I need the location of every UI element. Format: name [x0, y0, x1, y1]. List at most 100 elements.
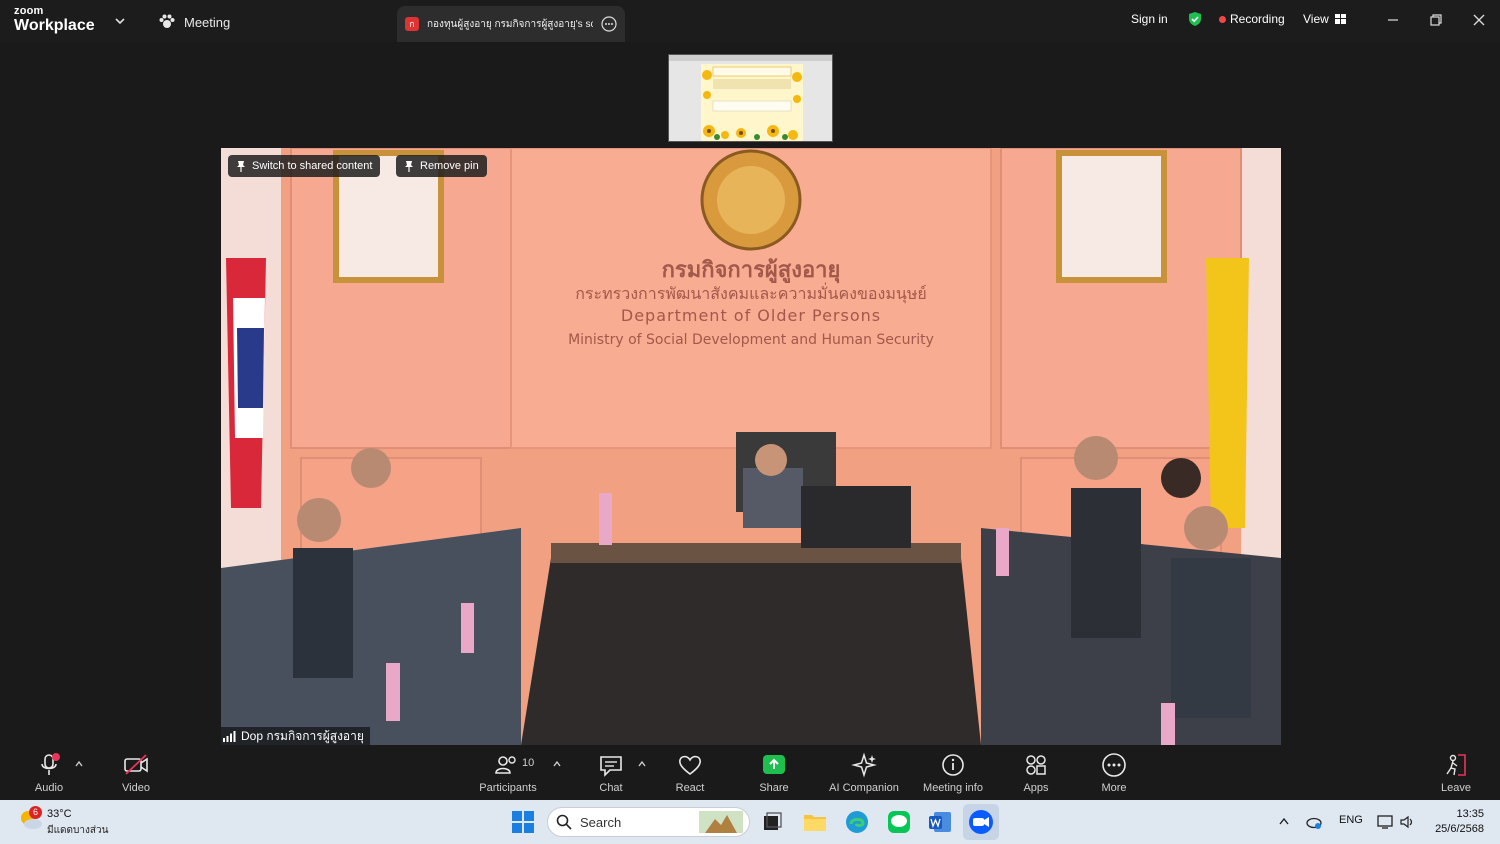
chevron-up-icon[interactable] [1278, 816, 1290, 826]
participant-name: Dop กรมกิจการผู้สูงอายุ [241, 728, 364, 743]
record-dot-icon [1219, 15, 1226, 23]
clock-date: 25/6/2568 [1435, 823, 1484, 835]
wall-sign-english-ministry: Ministry of Social Development and Human… [568, 332, 934, 348]
chat-icon [600, 756, 622, 777]
meeting-info-button[interactable]: Meeting info [919, 752, 987, 794]
leave-button[interactable]: Leave [1435, 752, 1477, 794]
chevron-down-icon[interactable] [113, 14, 127, 28]
slide-preview-image [669, 55, 832, 141]
react-button[interactable]: React [669, 752, 711, 794]
zoom-app-icon[interactable] [967, 808, 995, 836]
logo-line2: Workplace [14, 17, 95, 34]
leave-door-icon [1446, 754, 1466, 776]
input-language[interactable]: ENG [1339, 814, 1363, 826]
video-label: Video [122, 782, 150, 794]
volume-icon[interactable] [1399, 814, 1415, 830]
shared-content-thumbnail[interactable] [668, 54, 833, 142]
wall-sign-english-dept: Department of Older Persons [620, 306, 882, 325]
tab-shared-screen[interactable]: ก กองทุนผู้สูงอายุ กรมกิจการผู้สูงอายุ's… [397, 6, 625, 42]
logo-line1: zoom [14, 5, 44, 17]
switch-label: Switch to shared content [252, 160, 373, 172]
apps-icon [1026, 755, 1046, 775]
ai-companion-label: AI Companion [829, 782, 899, 794]
clock-time: 13:35 [1456, 808, 1484, 820]
participants-icon [495, 756, 516, 774]
view-button[interactable]: View [1303, 12, 1346, 26]
signal-strength-icon [223, 730, 236, 742]
share-button[interactable]: Share [753, 752, 795, 794]
remove-pin-button[interactable]: Remove pin [396, 155, 487, 177]
apps-button[interactable]: Apps [1015, 752, 1057, 794]
switch-to-shared-content-button[interactable]: Switch to shared content [228, 155, 381, 177]
meeting-room-scene [221, 148, 1281, 745]
apps-label: Apps [1023, 782, 1049, 794]
edge-browser-icon[interactable] [843, 808, 871, 836]
wall-sign-thai-ministry: กระทรวงการพัฒนาสังคมและความมั่นคงของมนุษ… [575, 284, 927, 303]
taskbar-search-box[interactable]: Search [547, 807, 750, 837]
chat-button[interactable]: Chat [590, 752, 632, 794]
zoom-window: zoom Workplace Meeting ก กองทุนผู้สูงอาย… [0, 0, 1500, 800]
sign-in-link[interactable]: Sign in [1131, 12, 1168, 26]
zoom-workplace-logo[interactable]: zoom Workplace [14, 6, 95, 34]
chat-options-caret-icon[interactable] [637, 760, 647, 768]
meeting-info-label: Meeting info [923, 782, 983, 794]
onedrive-sync-icon[interactable] [1305, 813, 1323, 831]
file-explorer-icon[interactable] [801, 808, 829, 836]
audio-label: Audio [34, 782, 64, 794]
pin-icon [405, 161, 413, 172]
weather-alert-badge: 6 [29, 806, 42, 819]
participants-count: 10 [522, 757, 535, 769]
participants-paw-icon [159, 14, 175, 28]
sparkle-icon [851, 752, 877, 778]
search-icon [556, 814, 572, 830]
share-screen-icon [763, 755, 785, 774]
pin-icon [237, 161, 245, 172]
search-placeholder: Search [580, 814, 622, 830]
windows-taskbar: 6 33°C มีแดดบางส่วน Search ENG 13:35 25/… [0, 800, 1500, 844]
tab-meeting[interactable]: Meeting [158, 10, 230, 34]
audio-options-caret-icon[interactable] [74, 760, 84, 768]
tab-meeting-label: Meeting [184, 14, 231, 30]
view-label: View [1303, 12, 1329, 26]
remove-pin-label: Remove pin [420, 160, 479, 172]
weather-temperature: 33°C [47, 808, 72, 820]
share-tab-badge: ก [405, 17, 419, 31]
participants-label: Participants [479, 782, 537, 794]
line-app-icon[interactable] [885, 808, 913, 836]
video-off-icon [124, 754, 148, 775]
weather-description: มีแดดบางส่วน [47, 825, 109, 836]
weather-widget[interactable]: 6 33°C มีแดดบางส่วน [18, 806, 108, 837]
word-app-icon[interactable] [926, 808, 954, 836]
heart-icon [679, 755, 701, 776]
more-button[interactable]: More [1093, 752, 1135, 794]
more-label: More [1101, 782, 1127, 794]
ai-companion-button[interactable]: AI Companion [825, 752, 903, 794]
search-highlight-image [699, 811, 743, 833]
leave-label: Leave [1441, 782, 1471, 794]
recording-indicator[interactable]: Recording [1219, 12, 1285, 26]
audio-button[interactable]: Audio [28, 752, 70, 794]
close-icon[interactable] [1469, 10, 1489, 30]
meeting-controls-toolbar: Audio Video Participants 10 Chat React S… [0, 746, 1500, 800]
task-view-icon[interactable] [758, 808, 786, 836]
windows-start-icon[interactable] [509, 808, 537, 836]
active-speaker-video[interactable]: กรมกิจการผู้สูงอายุ กระทรวงการพัฒนาสังคม… [221, 148, 1281, 745]
participant-name-label: Dop กรมกิจการผู้สูงอายุ [221, 727, 370, 745]
share-label: Share [759, 782, 789, 794]
title-bar: zoom Workplace Meeting ก กองทุนผู้สูงอาย… [0, 0, 1500, 42]
participants-options-caret-icon[interactable] [552, 760, 562, 768]
grid-view-icon [1334, 14, 1346, 24]
microphone-icon [41, 753, 60, 775]
info-icon [942, 754, 964, 776]
security-shield-icon[interactable] [1187, 11, 1203, 27]
react-label: React [675, 782, 705, 794]
share-tab-title: กองทุนผู้สูงอายุ กรมกิจการผู้สูงอายุ's s… [427, 18, 593, 30]
recording-label: Recording [1230, 12, 1285, 26]
network-icon[interactable] [1377, 814, 1393, 830]
restore-icon[interactable] [1426, 10, 1446, 30]
video-button[interactable]: Video [115, 752, 157, 794]
more-options-icon[interactable] [601, 16, 617, 32]
chat-label: Chat [599, 782, 623, 794]
minimize-icon[interactable] [1383, 10, 1403, 30]
system-clock[interactable]: 13:35 25/6/2568 [1428, 807, 1484, 837]
